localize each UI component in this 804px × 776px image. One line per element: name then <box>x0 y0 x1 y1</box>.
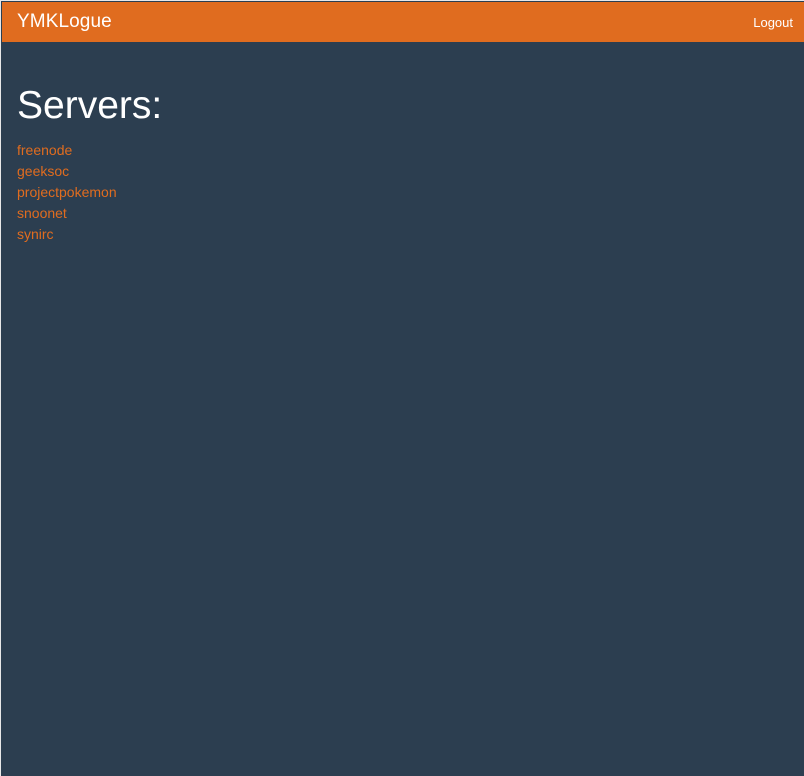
top-navbar: YMKLogue Logout <box>2 2 804 42</box>
list-item: snoonet <box>17 203 162 224</box>
server-link-freenode[interactable]: freenode <box>17 142 72 158</box>
list-item: projectpokemon <box>17 182 162 203</box>
main-content: Servers: freenode geeksoc projectpokemon… <box>17 83 162 245</box>
logout-link[interactable]: Logout <box>753 15 793 30</box>
list-item: freenode <box>17 140 162 161</box>
server-link-projectpokemon[interactable]: projectpokemon <box>17 184 117 200</box>
server-link-geeksoc[interactable]: geeksoc <box>17 163 69 179</box>
server-link-synirc[interactable]: synirc <box>17 226 54 242</box>
server-list: freenode geeksoc projectpokemon snoonet … <box>17 140 162 245</box>
page-title: Servers: <box>17 84 163 127</box>
server-link-snoonet[interactable]: snoonet <box>17 205 67 221</box>
list-item: synirc <box>17 224 162 245</box>
list-item: geeksoc <box>17 161 162 182</box>
brand-link[interactable]: YMKLogue <box>17 11 112 33</box>
page-frame: YMKLogue Logout Servers: freenode geekso… <box>0 0 804 776</box>
